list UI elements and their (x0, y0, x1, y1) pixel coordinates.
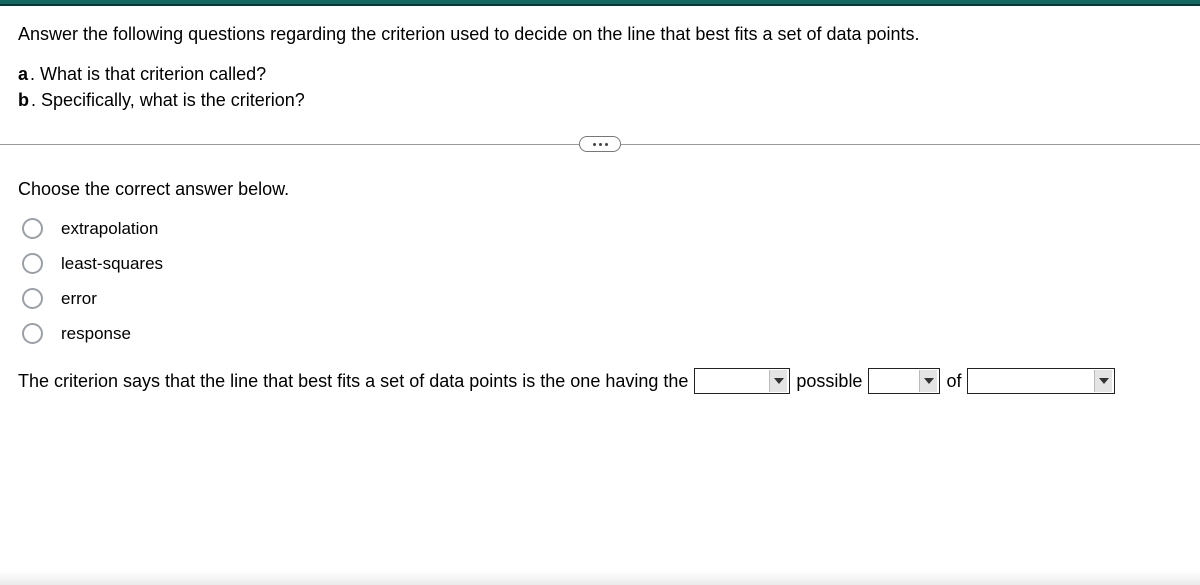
sub-questions: a . What is that criterion called? b . S… (18, 61, 1182, 113)
chevron-down-icon (1094, 370, 1112, 392)
sub-q-letter-b: b (18, 87, 29, 113)
option-row: extrapolation (22, 218, 1182, 239)
chevron-down-icon (919, 370, 937, 392)
dropdown-3[interactable] (967, 368, 1115, 394)
option-row: error (22, 288, 1182, 309)
choose-prompt: Choose the correct answer below. (18, 179, 1182, 200)
bottom-shadow (0, 571, 1200, 585)
fill-in-sentence: The criterion says that the line that be… (18, 368, 1182, 394)
option-row: least-squares (22, 253, 1182, 274)
sentence-part1: The criterion says that the line that be… (18, 371, 688, 392)
sub-question-b: b . Specifically, what is the criterion? (18, 87, 1182, 113)
dropdown-2[interactable] (868, 368, 940, 394)
option-label: extrapolation (61, 219, 158, 239)
chevron-down-icon (769, 370, 787, 392)
option-label: error (61, 289, 97, 309)
sub-q-letter-a: a (18, 61, 28, 87)
sub-q-text-b: Specifically, what is the criterion? (41, 87, 305, 113)
radio-least-squares[interactable] (22, 253, 43, 274)
option-label: response (61, 324, 131, 344)
sentence-word-possible: possible (796, 371, 862, 392)
section-divider (0, 135, 1200, 153)
sub-question-a: a . What is that criterion called? (18, 61, 1182, 87)
question-intro: Answer the following questions regarding… (18, 22, 1182, 47)
sentence-word-of: of (946, 371, 961, 392)
content-area: Answer the following questions regarding… (0, 6, 1200, 394)
option-row: response (22, 323, 1182, 344)
radio-response[interactable] (22, 323, 43, 344)
radio-error[interactable] (22, 288, 43, 309)
dropdown-1[interactable] (694, 368, 790, 394)
sub-q-dot: . (31, 87, 36, 113)
sub-q-text-a: What is that criterion called? (40, 61, 266, 87)
sub-q-dot: . (30, 61, 35, 87)
radio-extrapolation[interactable] (22, 218, 43, 239)
expand-collapse-button[interactable] (579, 136, 621, 152)
ellipsis-icon (593, 143, 608, 146)
options-group: extrapolation least-squares error respon… (22, 218, 1182, 344)
option-label: least-squares (61, 254, 163, 274)
